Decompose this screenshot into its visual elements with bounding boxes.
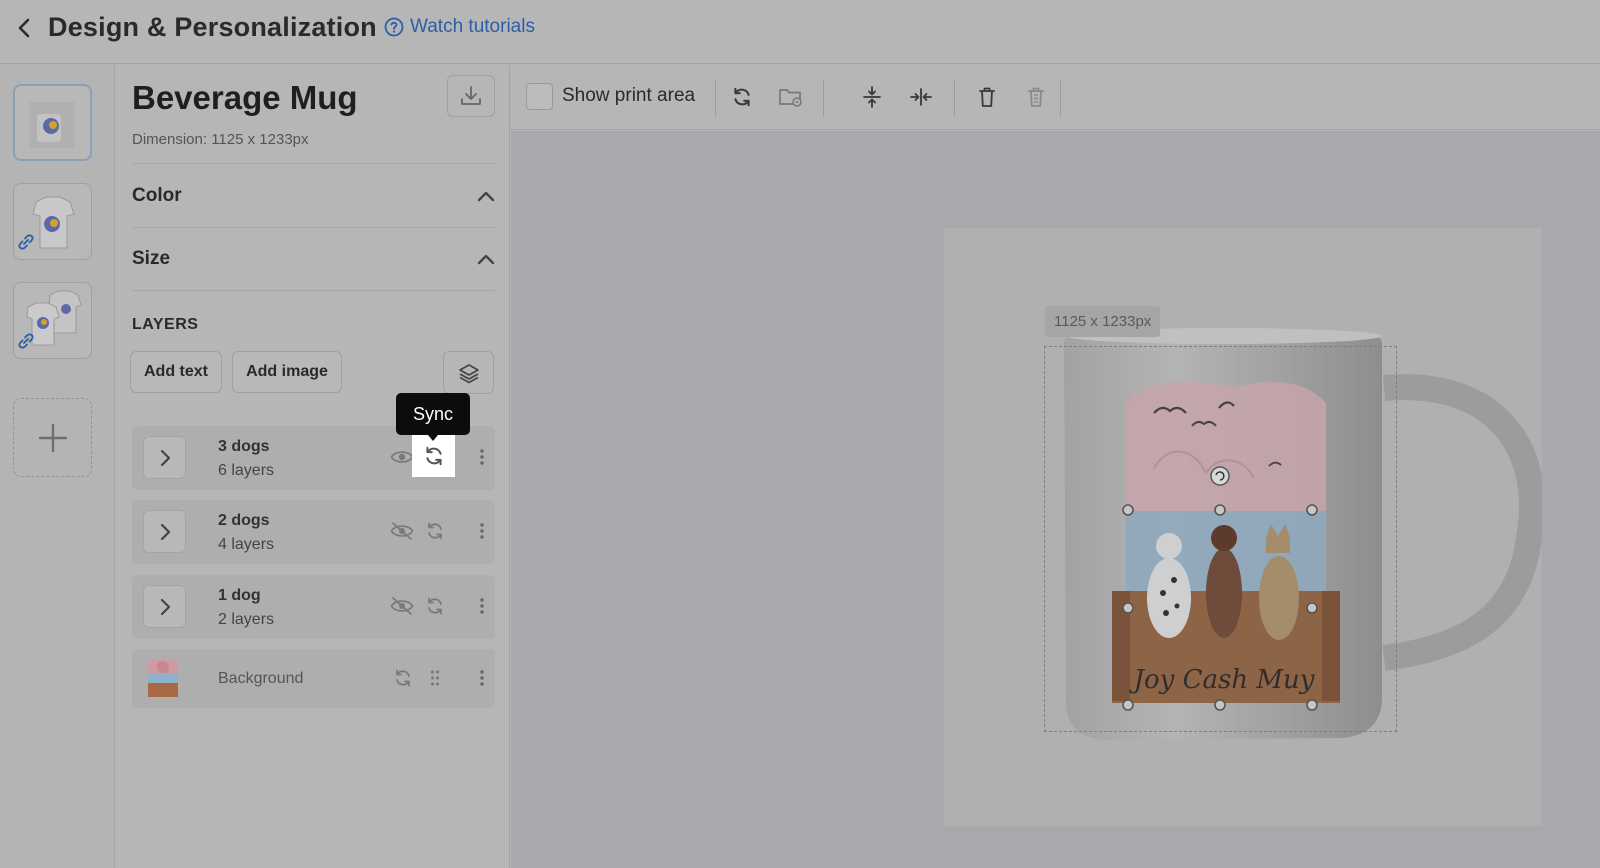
chevron-up-icon [477,191,495,201]
watch-tutorials-link[interactable]: Watch tutorials [384,16,535,38]
layer-name: 3 dogs [218,438,270,455]
more-options-icon[interactable] [469,665,495,691]
layer-row-1-dog[interactable]: 1 dog 2 layers [132,575,495,639]
show-print-area-checkbox[interactable] [526,83,553,110]
toolbar-divider [715,80,716,116]
download-button[interactable] [447,75,495,117]
sync-icon [425,446,442,465]
product-dimension: Dimension: 1125 x 1233px [132,131,309,148]
canvas-toolbar: Show print area [511,65,1600,130]
expand-layer-button[interactable] [143,585,186,628]
thumbnail-tshirt[interactable] [13,183,92,260]
product-thumbnails [0,65,115,868]
size-section-header[interactable]: Size [132,227,495,291]
expand-layer-button[interactable] [143,436,186,479]
folder-sync-icon[interactable] [776,82,806,112]
layer-count: 4 layers [218,536,275,553]
add-product-button[interactable] [13,398,92,477]
sync-icon[interactable] [727,82,757,112]
add-text-button[interactable]: Add text [130,351,222,393]
more-options-icon[interactable] [469,593,495,619]
add-image-button[interactable]: Add image [232,351,342,393]
layer-count: 2 layers [218,611,275,628]
help-icon [384,17,404,37]
layer-name: 2 dogs [218,512,270,529]
toolbar-divider [1060,80,1061,116]
print-size-label: 1125 x 1233px [1045,306,1161,337]
layer-count: 6 layers [218,462,275,479]
link-icon [16,331,36,356]
trash-all-icon[interactable] [1021,82,1051,112]
layer-name: 1 dog [218,587,261,604]
color-section-title: Color [132,184,182,206]
show-print-area-label: Show print area [562,85,696,106]
plus-icon [38,423,67,452]
drag-handle-icon[interactable] [422,665,448,691]
sync-tooltip: Sync [396,393,470,441]
toolbar-divider [954,80,955,116]
chevron-right-icon [160,523,170,540]
layers-label: LAYERS [132,316,199,333]
watch-tutorials-label: Watch tutorials [410,16,535,37]
sync-icon[interactable] [422,593,448,619]
chevron-right-icon [160,598,170,615]
align-horizontal-center-icon[interactable] [906,82,936,112]
sync-icon[interactable] [422,518,448,544]
layer-row-2-dogs[interactable]: 2 dogs 4 layers [132,500,495,564]
layer-name: Background [218,670,304,687]
layer-row-background[interactable]: Background [132,649,495,708]
thumbnail-tshirt-group[interactable] [13,282,92,359]
layers-icon [458,363,479,383]
more-options-icon[interactable] [469,518,495,544]
sync-icon[interactable] [390,665,416,691]
more-options-icon[interactable] [469,444,495,470]
align-vertical-center-icon[interactable] [857,82,887,112]
trash-icon[interactable] [972,82,1002,112]
link-icon [16,232,36,257]
back-icon[interactable] [12,14,36,42]
print-area-boundary [1044,346,1397,732]
background-thumbnail [148,660,178,697]
chevron-up-icon [477,254,495,265]
layers-toggle-button[interactable] [443,351,494,394]
eye-off-icon[interactable] [389,518,415,544]
size-section-title: Size [132,248,171,269]
thumbnail-mug[interactable] [13,84,92,161]
eye-off-icon[interactable] [389,593,415,619]
chevron-right-icon [160,449,170,466]
color-section-header[interactable]: Color [132,163,495,227]
expand-layer-button[interactable] [143,510,186,553]
top-header: Design & Personalization Watch tutorials [0,0,1600,64]
toolbar-divider [823,80,824,116]
design-canvas[interactable]: Joy Cash Muy 1125 x 1233px [511,131,1600,868]
product-name: Beverage Mug [132,79,358,116]
page-title: Design & Personalization [48,12,377,42]
download-icon [461,86,481,105]
